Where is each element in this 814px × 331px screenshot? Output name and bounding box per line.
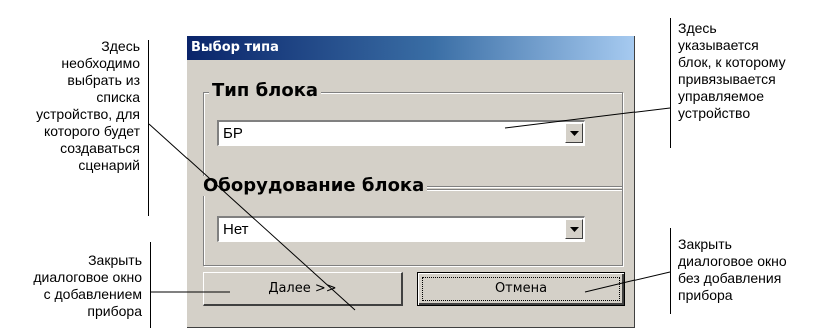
cancel-button-label: Отмена (494, 281, 548, 296)
annotation-right-bottom-bar (670, 228, 671, 314)
select-type-dialog: Выбор типа Тип блока БР Оборудование бло… (187, 36, 635, 328)
dialog-title: Выбор типа (191, 40, 279, 55)
block-type-select[interactable]: БР (217, 120, 585, 146)
annotation-right-top: Здесь указывается блок, к которому привя… (678, 20, 786, 121)
equipment-select-value: Нет (223, 221, 249, 238)
dialog-titlebar[interactable]: Выбор типа (187, 36, 634, 60)
group-equipment-legend: Оборудование блока (200, 176, 428, 196)
cancel-button[interactable]: Отмена (417, 272, 625, 306)
annotation-left-bottom: Закрыть диалоговое окно с добавлением пр… (33, 252, 142, 319)
annotation-right-bottom: Закрыть диалоговое окно без добавления п… (678, 236, 787, 303)
equipment-dropdown-button[interactable] (565, 219, 583, 239)
next-button-label: Далее >> (268, 281, 337, 296)
annotation-right-top-bar (670, 18, 671, 148)
annotation-left-bottom-bar (150, 242, 151, 328)
equipment-select[interactable]: Нет (217, 216, 585, 242)
chevron-down-icon (570, 227, 579, 232)
block-type-dropdown-button[interactable] (565, 123, 583, 143)
next-button[interactable]: Далее >> (203, 272, 403, 306)
chevron-down-icon (570, 131, 579, 136)
annotation-left-top-bar (148, 40, 149, 216)
group-block-type-legend: Тип блока (209, 81, 322, 101)
block-type-select-value: БР (223, 125, 243, 142)
annotation-left-top: Здесь необходимо выбрать из списка устро… (36, 38, 140, 173)
